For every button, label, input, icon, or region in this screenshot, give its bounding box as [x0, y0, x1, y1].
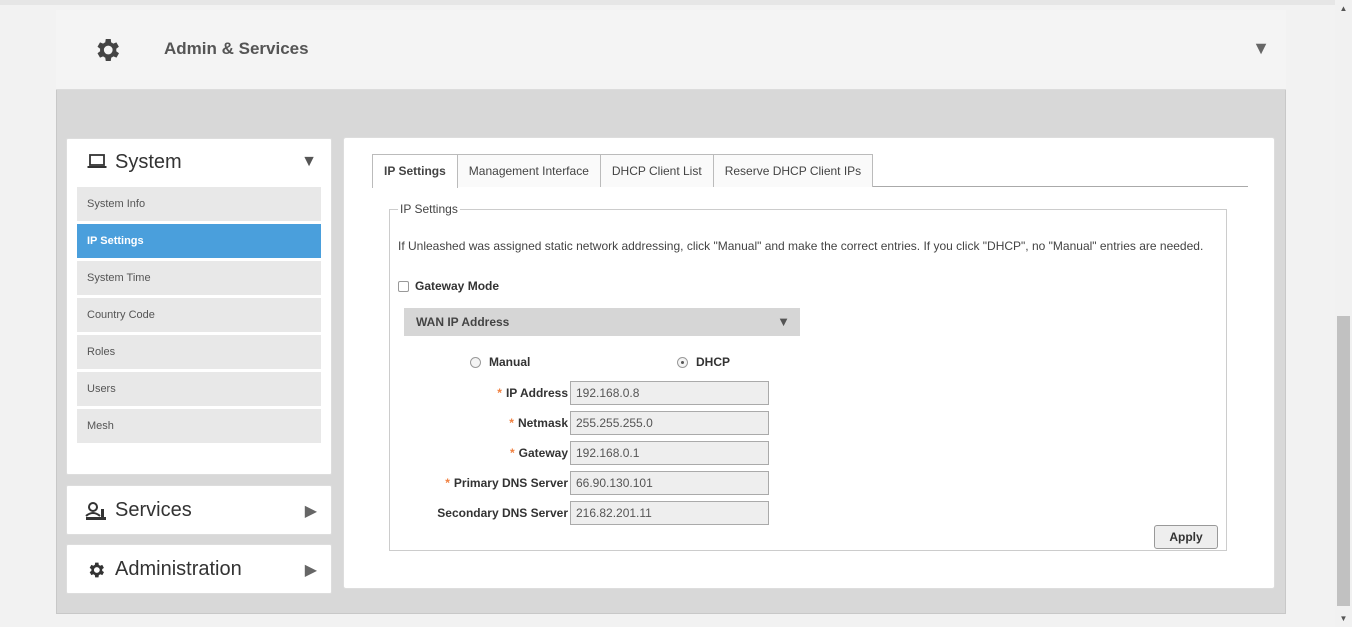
- chevron-right-icon[interactable]: ▶: [305, 560, 317, 580]
- chevron-down-icon[interactable]: ▼: [1252, 38, 1270, 59]
- primary-dns-label: * Primary DNS Server: [445, 476, 568, 490]
- sidebar-item-system-info[interactable]: System Info: [77, 187, 321, 221]
- ip-address-label: * IP Address: [497, 386, 568, 400]
- ip-settings-legend: IP Settings: [400, 202, 458, 216]
- system-nav: System Info IP Settings System Time Coun…: [67, 185, 331, 443]
- manual-option[interactable]: Manual: [470, 355, 530, 369]
- gateway-label: * Gateway: [509, 446, 568, 460]
- system-section-header[interactable]: System ▼: [67, 139, 331, 185]
- secondary-dns-label: Secondary DNS Server: [437, 506, 568, 520]
- gateway-mode-label: Gateway Mode: [415, 279, 500, 293]
- required-marker: *: [509, 416, 514, 430]
- administration-section-title: Administration: [115, 558, 242, 580]
- services-section-title: Services: [115, 499, 192, 521]
- sidebar-item-country-code[interactable]: Country Code: [77, 298, 321, 332]
- ip-address-row: * IP Address: [390, 381, 810, 405]
- gateway-mode-checkbox[interactable]: [398, 280, 409, 292]
- manual-label: Manual: [489, 355, 531, 369]
- tab-bar: IP Settings Management Interface DHCP Cl…: [372, 154, 1248, 188]
- gateway-input[interactable]: [570, 441, 769, 465]
- chevron-right-icon[interactable]: ▶: [305, 501, 317, 521]
- required-marker: *: [445, 476, 450, 490]
- services-section-header[interactable]: Services ▶: [66, 485, 332, 535]
- scroll-down-icon[interactable]: ▼: [1335, 610, 1352, 627]
- netmask-input[interactable]: [570, 411, 769, 435]
- apply-button[interactable]: Apply: [1154, 525, 1218, 549]
- tab-dhcp-client-list[interactable]: DHCP Client List: [599, 154, 714, 187]
- chevron-down-icon[interactable]: ▼: [301, 153, 317, 171]
- sidebar: System ▼ System Info IP Settings System …: [66, 138, 332, 594]
- top-strip: [0, 0, 1335, 5]
- ip-settings-fieldset: IP Settings If Unleashed was assigned st…: [389, 202, 1227, 551]
- tab-reserve-dhcp-client-ips[interactable]: Reserve DHCP Client IPs: [712, 154, 874, 187]
- required-marker: *: [497, 386, 502, 400]
- sidebar-item-mesh[interactable]: Mesh: [77, 409, 321, 443]
- gear-icon: [97, 39, 119, 61]
- wan-ip-address-header[interactable]: WAN IP Address ▼: [404, 308, 800, 336]
- laptop-icon: [87, 154, 107, 168]
- netmask-row: * Netmask: [390, 411, 810, 435]
- netmask-label: * Netmask: [509, 416, 568, 430]
- page-header[interactable]: Admin & Services ▼: [56, 10, 1286, 90]
- primary-dns-row: * Primary DNS Server: [390, 471, 810, 495]
- sidebar-item-system-time[interactable]: System Time: [77, 261, 321, 295]
- page-title: Admin & Services: [164, 39, 309, 58]
- dhcp-label: DHCP: [696, 355, 731, 369]
- scroll-up-icon[interactable]: ▲: [1335, 0, 1352, 17]
- ip-address-input[interactable]: [570, 381, 769, 405]
- primary-dns-input[interactable]: [570, 471, 769, 495]
- vertical-scrollbar[interactable]: ▲ ▼: [1335, 0, 1352, 627]
- gateway-row: * Gateway: [390, 441, 810, 465]
- services-icon: [85, 502, 106, 520]
- gear-icon: [89, 562, 104, 578]
- page: Admin & Services ▼ System ▼ System Info …: [0, 0, 1352, 627]
- sidebar-item-roles[interactable]: Roles: [77, 335, 321, 369]
- manual-radio[interactable]: [470, 356, 481, 368]
- main-panel: IP Settings Management Interface DHCP Cl…: [343, 137, 1275, 589]
- sidebar-item-ip-settings[interactable]: IP Settings: [77, 224, 321, 258]
- tab-ip-settings[interactable]: IP Settings: [372, 154, 458, 188]
- secondary-dns-row: Secondary DNS Server: [390, 501, 810, 525]
- gateway-mode-row[interactable]: Gateway Mode: [398, 279, 499, 293]
- sidebar-item-users[interactable]: Users: [77, 372, 321, 406]
- system-section-title: System: [115, 151, 182, 173]
- required-marker: *: [509, 446, 515, 460]
- dhcp-radio[interactable]: [677, 356, 688, 368]
- tab-management-interface[interactable]: Management Interface: [456, 154, 601, 187]
- scrollbar-thumb[interactable]: [1337, 316, 1350, 606]
- administration-section-header[interactable]: Administration ▶: [66, 544, 332, 594]
- system-panel: System ▼ System Info IP Settings System …: [66, 138, 332, 475]
- dhcp-option[interactable]: DHCP: [677, 355, 730, 369]
- secondary-dns-input[interactable]: [570, 501, 769, 525]
- chevron-down-icon[interactable]: ▼: [777, 308, 790, 336]
- ip-settings-description: If Unleashed was assigned static network…: [398, 239, 1204, 253]
- wan-ip-address-title: WAN IP Address: [416, 315, 510, 329]
